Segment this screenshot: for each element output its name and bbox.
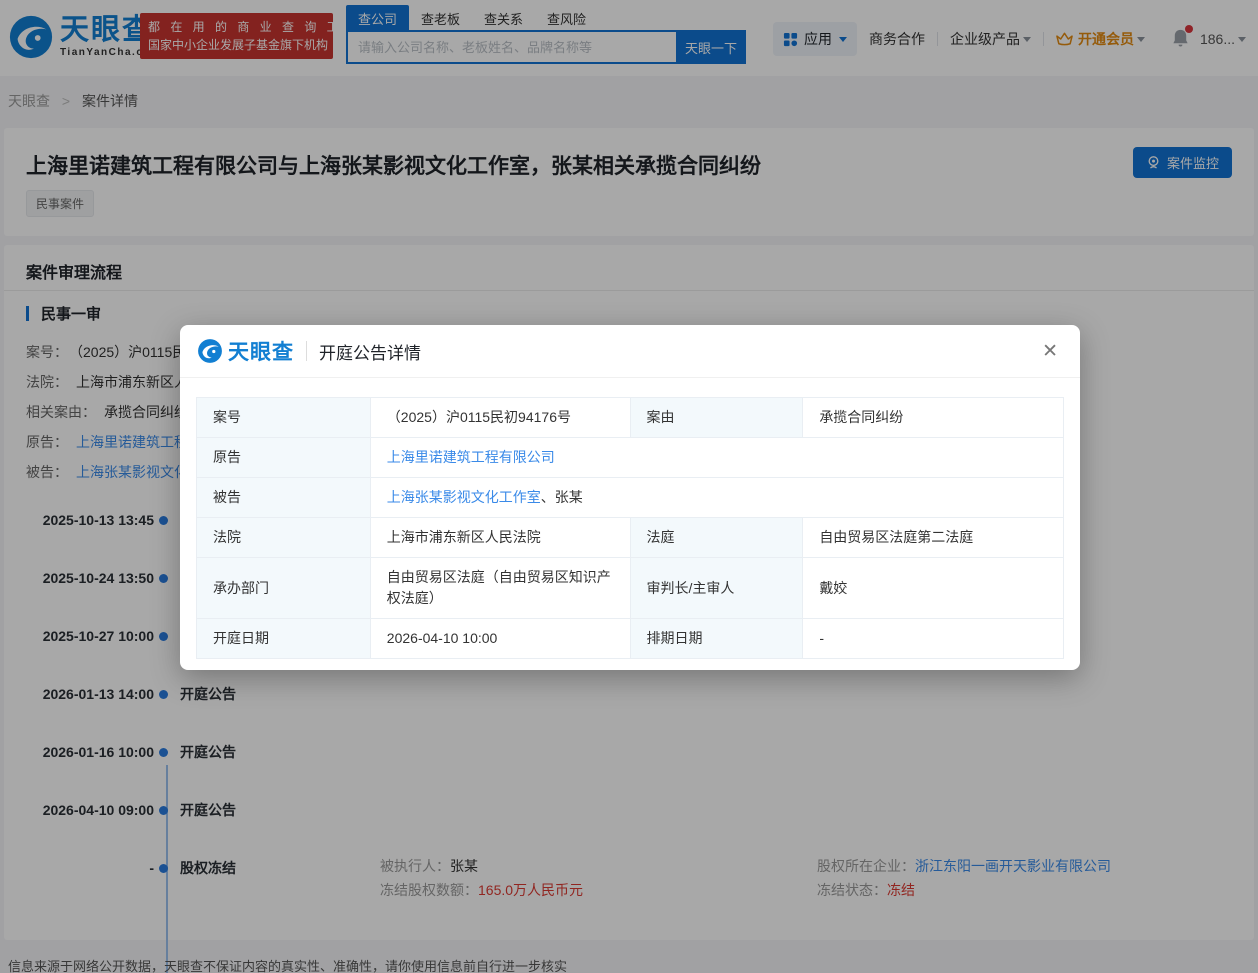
tianyancha-logo-icon [197, 338, 223, 364]
cell-hearing-date-label: 开庭日期 [197, 619, 371, 659]
cell-courtroom-label: 法庭 [630, 518, 803, 558]
table-row: 法院 上海市浦东新区人民法院 法庭 自由贸易区法庭第二法庭 [197, 518, 1064, 558]
cell-hearing-date-value: 2026-04-10 10:00 [370, 619, 630, 659]
defendant-extra: 、张某 [541, 489, 583, 505]
cell-plaintiff-label: 原告 [197, 438, 371, 478]
cell-department-label: 承办部门 [197, 558, 371, 619]
defendant-link[interactable]: 上海张某影视文化工作室 [387, 489, 541, 505]
cell-schedule-date-label: 排期日期 [630, 619, 803, 659]
hearing-announcement-modal: 天眼查 开庭公告详情 ✕ 案号 （2025）沪0115民初94176号 案由 承… [180, 325, 1080, 670]
modal-header-divider [306, 341, 307, 361]
cell-cause-value: 承揽合同纠纷 [803, 398, 1064, 438]
table-row: 承办部门 自由贸易区法庭（自由贸易区知识产权法庭） 审判长/主审人 戴姣 [197, 558, 1064, 619]
cell-judge-label: 审判长/主审人 [630, 558, 803, 619]
table-row: 原告 上海里诺建筑工程有限公司 [197, 438, 1064, 478]
modal-header: 天眼查 开庭公告详情 ✕ [180, 325, 1080, 378]
cell-court-value: 上海市浦东新区人民法院 [370, 518, 630, 558]
table-row: 案号 （2025）沪0115民初94176号 案由 承揽合同纠纷 [197, 398, 1064, 438]
cell-courtroom-value: 自由贸易区法庭第二法庭 [803, 518, 1064, 558]
cell-case-no-label: 案号 [197, 398, 371, 438]
modal-logo-text: 天眼查 [228, 336, 294, 366]
close-icon[interactable]: ✕ [1042, 342, 1058, 361]
cell-judge-value: 戴姣 [803, 558, 1064, 619]
hearing-detail-table: 案号 （2025）沪0115民初94176号 案由 承揽合同纠纷 原告 上海里诺… [196, 397, 1064, 659]
plaintiff-link[interactable]: 上海里诺建筑工程有限公司 [387, 449, 555, 465]
cell-court-label: 法院 [197, 518, 371, 558]
cell-cause-label: 案由 [630, 398, 803, 438]
table-row: 开庭日期 2026-04-10 10:00 排期日期 - [197, 619, 1064, 659]
cell-department-value: 自由贸易区法庭（自由贸易区知识产权法庭） [370, 558, 630, 619]
table-row: 被告 上海张某影视文化工作室、张某 [197, 478, 1064, 518]
cell-case-no-value: （2025）沪0115民初94176号 [370, 398, 630, 438]
modal-title: 开庭公告详情 [319, 339, 421, 364]
cell-defendant-label: 被告 [197, 478, 371, 518]
cell-schedule-date-value: - [803, 619, 1064, 659]
